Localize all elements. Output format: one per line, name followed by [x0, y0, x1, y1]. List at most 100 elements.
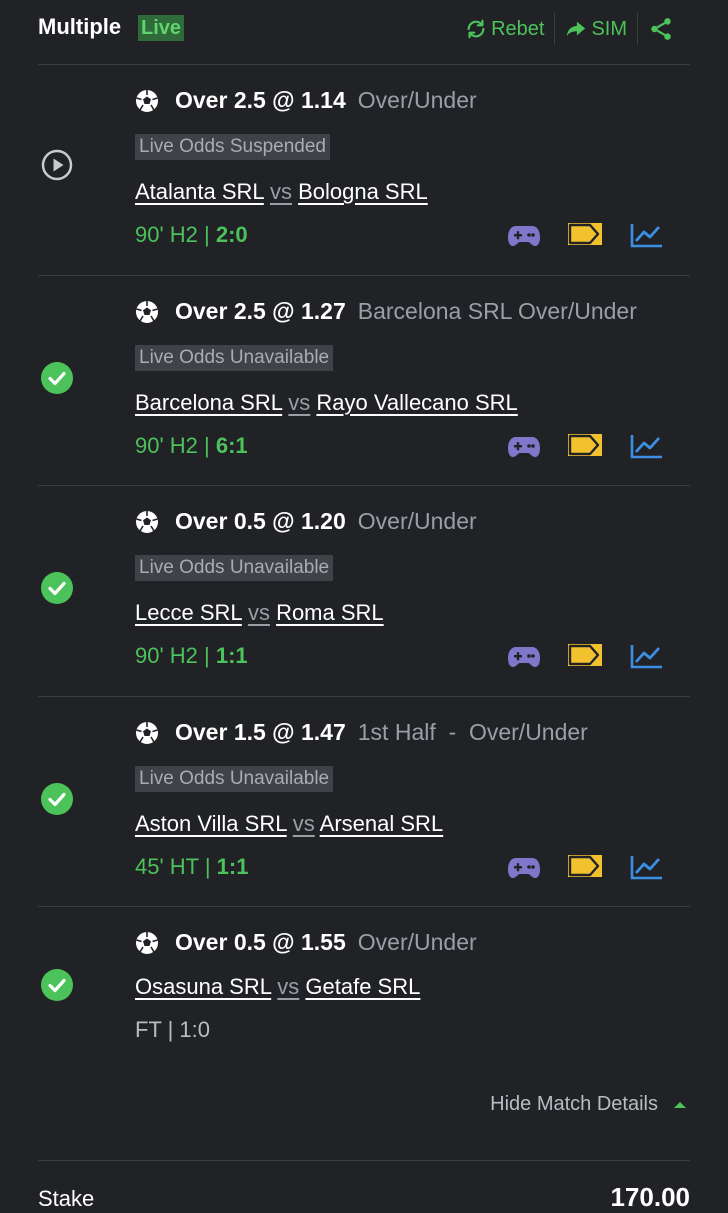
vs-label: vs — [288, 390, 311, 415]
bet-leg[interactable]: Over 2.5 @ 1.27 Barcelona SRL Over/Under… — [0, 276, 728, 486]
odds-status-badge: Live Odds Suspended — [135, 134, 330, 160]
gamepad-icon[interactable] — [508, 433, 540, 459]
live-badge: Live — [138, 15, 185, 41]
sim-button[interactable]: SIM — [555, 12, 637, 46]
match-clock: 90' H2 | — [135, 643, 210, 668]
market-label: Barcelona SRL Over/Under — [357, 298, 637, 324]
home-team-link[interactable]: Aston Villa SRL — [135, 811, 287, 836]
hide-match-details-label: Hide Match Details — [490, 1093, 658, 1115]
check-circle-icon — [41, 362, 73, 394]
ticket-icon[interactable] — [568, 854, 602, 880]
home-team-link[interactable]: Osasuna SRL — [135, 974, 271, 999]
away-team-link[interactable]: Roma SRL — [276, 600, 384, 625]
selection-label: Over 2.5 @ 1.14 — [175, 87, 346, 113]
match-teams[interactable]: Aston Villa SRL vs Arsenal SRL — [135, 811, 443, 837]
bet-leg-title: Over 0.5 @ 1.55 Over/Under — [135, 929, 477, 956]
hide-match-details-button[interactable]: Hide Match Details — [490, 1093, 688, 1116]
share-button[interactable] — [638, 12, 688, 46]
score-value: 6:1 — [215, 433, 248, 458]
check-circle-icon — [41, 969, 73, 1001]
odds-status-badge: Live Odds Unavailable — [135, 555, 334, 581]
divider — [38, 1160, 690, 1161]
rebet-label: Rebet — [491, 17, 545, 40]
refresh-icon — [467, 19, 485, 39]
gamepad-icon[interactable] — [508, 854, 540, 880]
soccer-ball-icon — [136, 89, 158, 112]
stats-chart-icon[interactable] — [630, 854, 664, 880]
soccer-ball-icon — [136, 721, 158, 744]
bet-leg-title: Over 1.5 @ 1.47 1st Half - Over/Under — [135, 719, 588, 746]
selection-label: Over 1.5 @ 1.47 — [175, 719, 346, 745]
match-clock: 90' H2 | — [135, 222, 210, 247]
stats-chart-icon[interactable] — [630, 222, 664, 248]
score-value: 2:0 — [215, 222, 248, 247]
soccer-ball-icon — [136, 931, 158, 954]
score-value: 1:1 — [215, 643, 248, 668]
bet-leg-actions — [508, 854, 692, 880]
vs-label: vs — [292, 811, 315, 836]
bet-leg[interactable]: Over 0.5 @ 1.20 Over/Under Live Odds Una… — [0, 486, 728, 696]
match-live-score: 45' HT | 1:1 — [135, 854, 248, 880]
stake-label: Stake — [38, 1186, 95, 1211]
gamepad-icon[interactable] — [508, 643, 540, 669]
stake-value: 170.00 — [610, 1182, 690, 1212]
vs-label: vs — [247, 600, 270, 625]
bet-leg-actions — [508, 222, 692, 248]
match-clock: 90' H2 | — [135, 433, 210, 458]
header-actions: Rebet SIM — [455, 12, 688, 46]
check-circle-icon — [41, 572, 73, 604]
stats-chart-icon[interactable] — [630, 643, 664, 669]
sim-label: SIM — [591, 17, 627, 40]
away-team-link[interactable]: Getafe SRL — [305, 974, 420, 999]
away-team-link[interactable]: Bologna SRL — [298, 179, 428, 204]
soccer-ball-icon — [136, 300, 158, 323]
bet-leg-title: Over 0.5 @ 1.20 Over/Under — [135, 508, 477, 535]
bet-leg[interactable]: Over 2.5 @ 1.14 Over/Under Live Odds Sus… — [0, 65, 728, 275]
match-final-result: FT | 1:0 — [135, 1017, 211, 1042]
forward-arrow-icon — [567, 21, 586, 37]
market-label: Over/Under — [357, 929, 477, 955]
home-team-link[interactable]: Atalanta SRL — [135, 179, 264, 204]
bet-type-title: Multiple — [38, 14, 122, 39]
bet-leg-title: Over 2.5 @ 1.27 Barcelona SRL Over/Under — [135, 298, 637, 325]
odds-status-badge: Live Odds Unavailable — [135, 766, 334, 792]
home-team-link[interactable]: Barcelona SRL — [135, 390, 282, 415]
play-circle-icon[interactable] — [40, 148, 74, 182]
match-live-score: 90' H2 | 2:0 — [135, 222, 248, 248]
bet-leg[interactable]: Over 1.5 @ 1.47 1st Half - Over/Under Li… — [0, 697, 728, 907]
bet-leg-actions — [508, 643, 692, 669]
match-live-score: 90' H2 | 1:1 — [135, 643, 248, 669]
vs-label: vs — [277, 974, 300, 999]
match-teams[interactable]: Atalanta SRL vs Bologna SRL — [135, 179, 428, 205]
bet-leg[interactable]: Over 0.5 @ 1.55 Over/Under Osasuna SRL v… — [0, 907, 728, 1117]
ticket-icon[interactable] — [568, 433, 602, 459]
match-clock: 45' HT | — [135, 854, 211, 879]
check-circle-icon — [41, 783, 73, 815]
soccer-ball-icon — [136, 510, 158, 533]
selection-label: Over 0.5 @ 1.20 — [175, 508, 346, 534]
bet-header: Multiple Live Rebet SIM — [0, 0, 728, 60]
bet-leg-title: Over 2.5 @ 1.14 Over/Under — [135, 87, 477, 114]
match-teams[interactable]: Barcelona SRL vs Rayo Vallecano SRL — [135, 390, 518, 416]
gamepad-icon[interactable] — [508, 222, 540, 248]
rebet-button[interactable]: Rebet — [455, 12, 554, 46]
vs-label: vs — [269, 179, 292, 204]
away-team-link[interactable]: Arsenal SRL — [320, 811, 444, 836]
match-teams[interactable]: Lecce SRL vs Roma SRL — [135, 600, 384, 626]
ticket-icon[interactable] — [568, 222, 602, 248]
match-teams[interactable]: Osasuna SRL vs Getafe SRL — [135, 974, 420, 1000]
share-icon — [651, 18, 671, 40]
stats-chart-icon[interactable] — [630, 433, 664, 459]
odds-status-badge: Live Odds Unavailable — [135, 345, 334, 371]
selection-label: Over 2.5 @ 1.27 — [175, 298, 346, 324]
chevron-up-icon — [674, 1101, 686, 1108]
market-label: Over/Under — [357, 87, 477, 113]
home-team-link[interactable]: Lecce SRL — [135, 600, 242, 625]
market-label: 1st Half - Over/Under — [357, 719, 588, 745]
away-team-link[interactable]: Rayo Vallecano SRL — [316, 390, 517, 415]
score-value: 1:1 — [216, 854, 249, 879]
bet-leg-actions — [508, 433, 692, 459]
ticket-icon[interactable] — [568, 643, 602, 669]
market-label: Over/Under — [357, 508, 477, 534]
match-live-score: 90' H2 | 6:1 — [135, 433, 248, 459]
